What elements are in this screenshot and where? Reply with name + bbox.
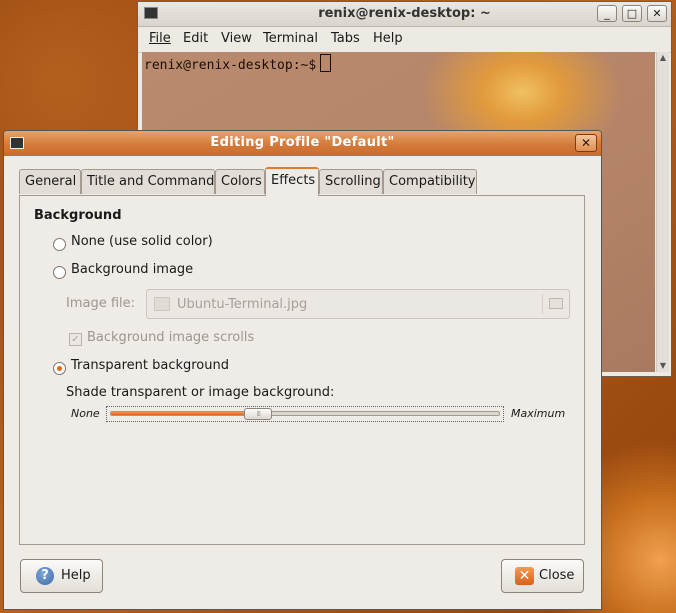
shade-slider-fill [111, 412, 260, 415]
help-button[interactable]: ? Help [20, 559, 103, 593]
scroll-up-icon[interactable]: ▲ [657, 52, 669, 64]
close-button-label: Close [539, 568, 575, 583]
close-button[interactable]: ✕ Close [501, 559, 584, 593]
radio-background-image[interactable] [53, 266, 66, 279]
dialog-title: Editing Profile "Default" [210, 135, 395, 150]
chooser-separator [542, 294, 543, 314]
menu-file[interactable]: File [149, 31, 171, 46]
folder-open-icon [549, 298, 563, 309]
menu-tabs[interactable]: Tabs [331, 31, 360, 46]
scrolls-checkbox-label[interactable]: Background image scrolls [87, 330, 254, 345]
tab-colors[interactable]: Colors [215, 169, 265, 194]
shade-label: Shade transparent or image background: [66, 385, 335, 400]
shade-slider-thumb[interactable]: ⁞⁞⁞ [244, 408, 273, 420]
tab-effects[interactable]: Effects [265, 167, 319, 196]
tab-compatibility[interactable]: Compatibility [383, 169, 477, 194]
menu-help[interactable]: Help [373, 31, 403, 46]
scrolls-checkbox[interactable]: ✓ [69, 333, 82, 346]
maximize-button[interactable]: □ [622, 5, 642, 22]
tab-title-and-command[interactable]: Title and Command [81, 169, 215, 194]
radio-background-image-label[interactable]: Background image [71, 262, 193, 277]
radio-none[interactable] [53, 238, 66, 251]
terminal-titlebar[interactable]: renix@renix-desktop: ~ _ □ ✕ [138, 2, 671, 27]
image-file-label: Image file: [66, 296, 136, 311]
effects-panel: Background None (use solid color) Backgr… [19, 195, 585, 545]
close-icon: ✕ [515, 567, 534, 585]
shade-max-label: Maximum [511, 407, 566, 420]
image-file-icon [154, 297, 170, 311]
scroll-down-icon[interactable]: ▼ [657, 360, 669, 372]
shade-slider-track[interactable] [110, 411, 500, 416]
terminal-scrollbar[interactable]: ▲ ▼ [656, 52, 669, 372]
menu-edit[interactable]: Edit [183, 31, 208, 46]
terminal-title: renix@renix-desktop: ~ [318, 6, 491, 21]
help-button-label: Help [61, 568, 91, 583]
shade-min-label: None [71, 407, 100, 420]
terminal-menubar: File Edit View Terminal Tabs Help [138, 27, 671, 53]
editing-profile-dialog: Editing Profile "Default" ✕ General Titl… [3, 130, 602, 610]
menu-terminal[interactable]: Terminal [263, 31, 318, 46]
radio-transparent-background[interactable] [53, 362, 66, 375]
help-icon: ? [36, 567, 54, 585]
image-file-name: Ubuntu-Terminal.jpg [177, 297, 308, 312]
radio-none-label[interactable]: None (use solid color) [71, 234, 213, 249]
tab-general[interactable]: General [19, 169, 81, 194]
tab-scrolling[interactable]: Scrolling [319, 169, 383, 194]
terminal-close-button[interactable]: ✕ [647, 5, 667, 22]
minimize-button[interactable]: _ [597, 5, 617, 22]
dialog-titlebar[interactable]: Editing Profile "Default" ✕ [4, 131, 601, 156]
dialog-close-button[interactable]: ✕ [575, 134, 597, 152]
text-cursor [320, 54, 332, 72]
image-file-chooser[interactable]: Ubuntu-Terminal.jpg [146, 289, 570, 319]
shade-slider[interactable]: ⁞⁞⁞ [106, 406, 504, 422]
menu-view[interactable]: View [221, 31, 252, 46]
background-section-title: Background [34, 208, 122, 223]
shell-prompt: renix@renix-desktop:~$ [144, 54, 332, 73]
radio-transparent-label[interactable]: Transparent background [71, 358, 229, 373]
